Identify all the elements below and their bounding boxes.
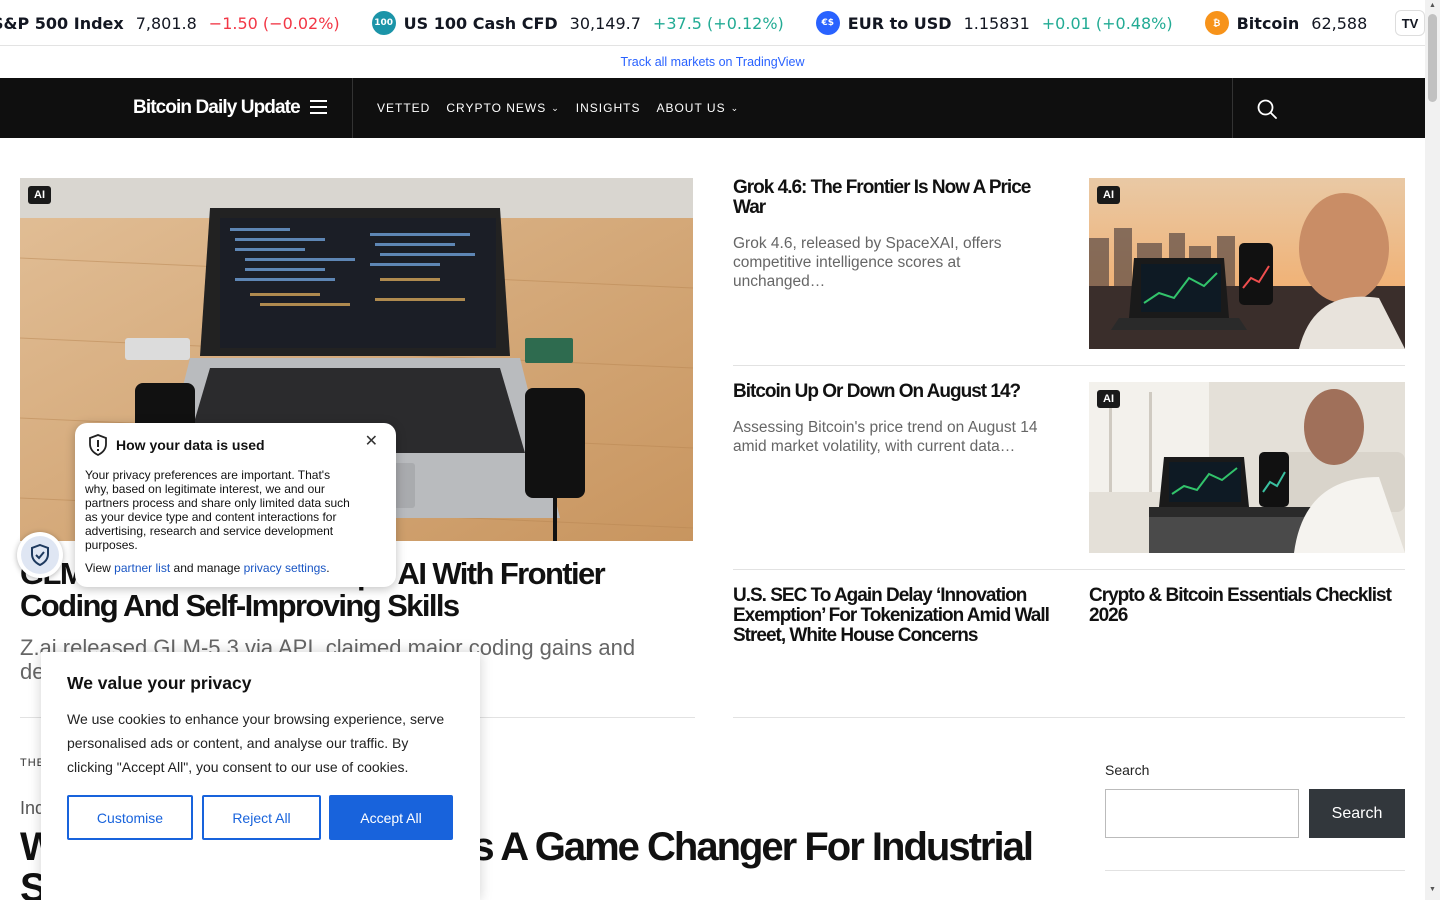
footer-text: . <box>326 561 330 575</box>
ticker-symbol-name: US 100 Cash CFD <box>403 13 558 33</box>
nav-item-label: INSIGHTS <box>575 101 641 115</box>
article-title[interactable]: Crypto & Bitcoin Essentials Checklist 20… <box>1089 586 1405 626</box>
footer-text: and manage <box>173 561 241 575</box>
main-nav: Bitcoin Daily Update VETTED CRYPTO NEWS ⌄ I… <box>0 78 1425 138</box>
reject-all-button[interactable]: Reject All <box>202 795 321 840</box>
ticker-item[interactable]: 100 US 100 Cash CFD 30,149.7 +37.5 (+0.12%) <box>371 11 784 35</box>
shield-icon <box>89 434 107 456</box>
footer-text: View <box>85 561 111 575</box>
cookie-title: We value your privacy <box>67 673 252 693</box>
divider <box>733 365 1405 366</box>
nav-item-label: CRYPTO NEWS <box>446 101 547 115</box>
cookie-text: We use cookies to enhance your browsing … <box>67 711 445 775</box>
cookie-consent-dialog: We value your privacy We use cookies to … <box>41 652 480 900</box>
article-title[interactable]: Bitcoin Up Or Down On August 14? <box>733 382 1053 402</box>
article-excerpt: Grok 4.6, released by SpaceXAI, offers c… <box>733 235 1002 290</box>
chevron-down-icon: ⌄ <box>551 102 560 113</box>
nav-item-about-us[interactable]: ABOUT US ⌄ <box>656 101 739 115</box>
nav-divider <box>1232 78 1233 138</box>
nav-item-vetted[interactable]: VETTED <box>377 101 430 115</box>
scroll-down-icon[interactable]: ▼ <box>1428 886 1437 893</box>
track-markets-link[interactable]: Track all markets on TradingView <box>0 46 1425 78</box>
nav-item-insights[interactable]: INSIGHTS <box>576 101 641 115</box>
close-icon[interactable]: ✕ <box>365 431 378 451</box>
ticker-change: −1.50 (−0.02%) <box>208 13 340 33</box>
ticker-change: +0.01 (+0.48%) <box>1041 13 1173 33</box>
divider <box>733 569 1405 570</box>
ticker-item[interactable]: S&P 500 Index 7,801.8 −1.50 (−0.02%) <box>0 14 340 33</box>
scroll-thumb[interactable] <box>1428 14 1437 102</box>
privacy-settings-link[interactable]: privacy settings <box>244 561 327 575</box>
ticker-item[interactable]: ₿ Bitcoin 62,588 <box>1204 11 1380 35</box>
divider <box>1105 870 1405 871</box>
search-input[interactable] <box>1105 789 1299 838</box>
article-title[interactable]: Grok 4.6: The Frontier Is Now A Price Wa… <box>733 178 1053 218</box>
nav-item-label: VETTED <box>377 101 431 115</box>
search-widget-label: Search <box>1105 762 1150 778</box>
ticker-item[interactable]: €$ EUR to USD 1.15831 +0.01 (+0.48%) <box>815 11 1173 35</box>
article-image[interactable]: AI <box>1089 382 1405 553</box>
ticker-logo-icon: €$ <box>815 11 840 35</box>
ticker-symbol-name: S&P 500 Index <box>0 13 124 33</box>
privacy-popover: How your data is used ✕ Your privacy pre… <box>75 423 396 587</box>
category-badge[interactable]: AI <box>1097 390 1120 408</box>
shield-icon <box>31 544 49 566</box>
privacy-popover-body: Your privacy preferences are important. … <box>85 468 350 552</box>
ticker-logo-icon: ₿ <box>1204 11 1229 35</box>
nav-item-label: ABOUT US <box>656 101 726 115</box>
customise-button[interactable]: Customise <box>67 795 193 840</box>
market-ticker: S&P 500 Index 7,801.8 −1.50 (−0.02%) 100 US … <box>0 0 1425 46</box>
nav-item-crypto-news[interactable]: CRYPTO NEWS ⌄ <box>446 101 559 115</box>
privacy-popover-footer: View partner list and manage privacy set… <box>85 561 330 575</box>
ticker-logo-icon: 100 <box>371 11 396 35</box>
article-title[interactable]: U.S. SEC To Again Delay ‘Innovation Exem… <box>733 586 1058 646</box>
ticker-price: 30,149.7 <box>569 13 641 33</box>
menu-icon[interactable] <box>310 100 327 116</box>
category-badge[interactable]: AI <box>28 186 51 204</box>
accept-all-button[interactable]: Accept All <box>329 795 453 840</box>
nav-links: VETTED CRYPTO NEWS ⌄ INSIGHTS ABOUT US ⌄ <box>377 78 755 138</box>
ticker-track: S&P 500 Index 7,801.8 −1.50 (−0.02%) 100 US … <box>0 0 1411 45</box>
category-badge[interactable]: AI <box>1097 186 1120 204</box>
ticker-price: 62,588 <box>1311 13 1368 33</box>
partner-list-link[interactable]: partner list <box>114 561 170 575</box>
scroll-up-icon[interactable]: ▲ <box>1428 2 1437 9</box>
nav-divider <box>352 78 353 138</box>
ticker-price: 7,801.8 <box>135 13 197 33</box>
tradingview-logo-icon[interactable]: TV <box>1395 10 1425 36</box>
privacy-popover-title: How your data is used <box>116 437 265 453</box>
search-icon[interactable] <box>1256 98 1278 120</box>
chevron-down-icon: ⌄ <box>730 102 740 113</box>
site-logo[interactable]: Bitcoin Daily Update <box>133 97 301 119</box>
ticker-symbol-name: Bitcoin <box>1236 13 1300 33</box>
ticker-symbol-name: EUR to USD <box>847 13 952 33</box>
page-scrollbar[interactable]: ▲ ▼ <box>1425 0 1440 900</box>
ticker-price: 1.15831 <box>963 13 1030 33</box>
article-image[interactable]: AI <box>1089 178 1405 349</box>
privacy-settings-button[interactable] <box>17 532 63 578</box>
ticker-change: +37.5 (+0.12%) <box>652 13 784 33</box>
article-excerpt: Assessing Bitcoin's price trend on Augus… <box>733 419 1038 455</box>
divider <box>733 717 1405 718</box>
search-button[interactable]: Search <box>1309 789 1405 838</box>
